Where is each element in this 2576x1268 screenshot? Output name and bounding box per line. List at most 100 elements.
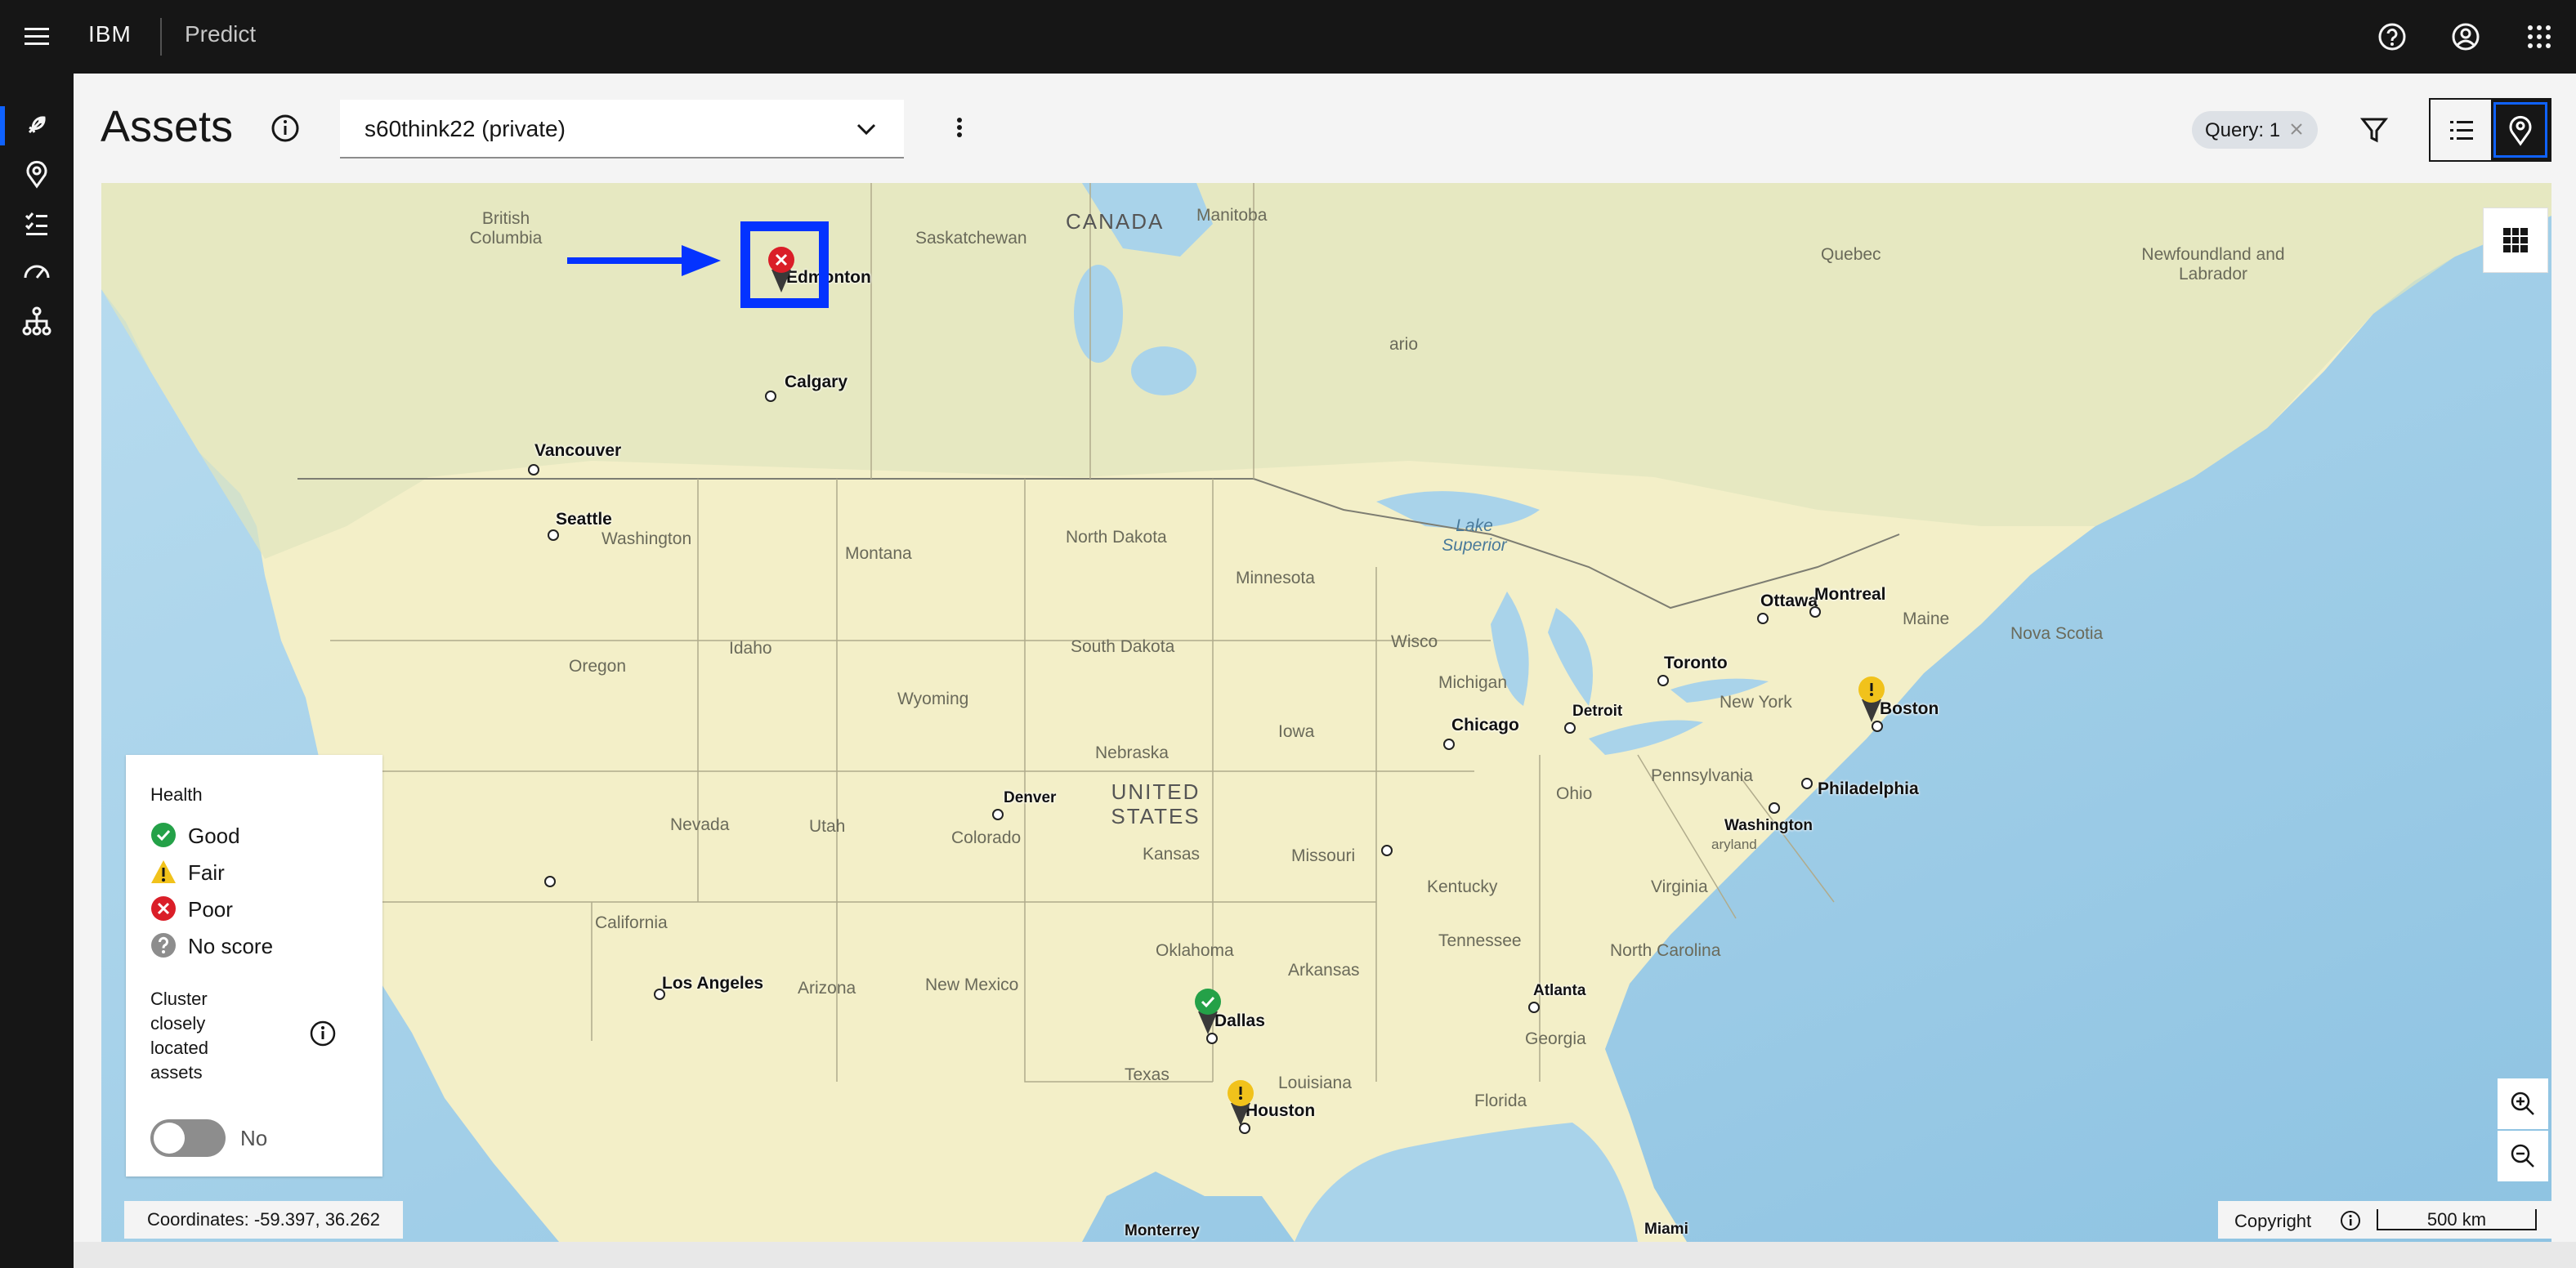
close-icon[interactable] <box>2288 121 2305 137</box>
location-icon[interactable] <box>20 157 54 191</box>
chevron-down-icon <box>856 123 876 136</box>
info-icon[interactable] <box>309 1020 337 1047</box>
bottom-scroll-area <box>74 1242 2576 1268</box>
region-label: Ohio <box>1556 784 1593 803</box>
region-label: South Dakota <box>1071 637 1175 656</box>
map-view-icon[interactable] <box>2491 100 2550 160</box>
fair-asset-pin[interactable] <box>1224 1078 1257 1127</box>
highlight-box <box>740 221 829 308</box>
city-label: Vancouver <box>534 441 622 460</box>
fair-asset-pin[interactable] <box>1855 675 1888 724</box>
region-label: Oklahoma <box>1156 941 1234 960</box>
region-label: Manitoba <box>1196 206 1268 225</box>
region-label: Nova Scotia <box>2010 624 2104 643</box>
top-header: IBM Predict <box>0 0 2576 74</box>
region-label: North Carolina <box>1610 941 1721 960</box>
legend-label: Poor <box>188 897 233 922</box>
city-label: Boston <box>1880 699 1939 718</box>
region-label: Arkansas <box>1288 961 1360 980</box>
region-label: Pennsylvania <box>1651 766 1753 785</box>
query-tag[interactable]: Query: 1 <box>2192 111 2318 149</box>
health-legend: Health Good Fair Poor No score Cluster c… <box>126 755 382 1176</box>
header-divider <box>160 18 162 56</box>
country-label: UNITED STATES <box>1111 779 1201 828</box>
info-icon[interactable] <box>268 111 302 145</box>
toggle-knob <box>154 1123 185 1154</box>
region-label: Quebec <box>1821 245 1881 264</box>
asset-group-dropdown[interactable]: s60think22 (private) <box>340 100 904 158</box>
rocket-icon[interactable] <box>20 108 54 142</box>
city-dot <box>1528 1002 1540 1013</box>
filter-icon[interactable] <box>2355 111 2393 149</box>
product-name: Predict <box>185 21 257 47</box>
city-label: Monterrey <box>1125 1222 1200 1239</box>
legend-label: Good <box>188 824 240 848</box>
dashboard-icon[interactable] <box>20 255 54 289</box>
hamburger-icon[interactable] <box>18 18 56 56</box>
page-title: Assets <box>101 102 234 151</box>
zoom-out-button[interactable] <box>2498 1131 2548 1181</box>
map-layers-button[interactable] <box>2483 208 2548 273</box>
zoom-in-button[interactable] <box>2498 1078 2548 1129</box>
region-label: Georgia <box>1525 1029 1586 1048</box>
city-label: Los Angeles <box>662 974 764 993</box>
list-view-icon[interactable] <box>2431 100 2491 160</box>
region-label: ario <box>1389 335 1419 354</box>
city-label: Calgary <box>785 373 848 391</box>
help-icon[interactable] <box>2373 18 2411 56</box>
city-label: Denver <box>1004 789 1057 806</box>
city-dot <box>528 464 539 476</box>
city-label: Detroit <box>1572 703 1623 720</box>
active-indicator <box>0 106 5 145</box>
cluster-label: Cluster closely located assets <box>150 989 208 1083</box>
region-label: Wyoming <box>897 690 969 708</box>
country-label: CANADA <box>1066 209 1165 234</box>
brand-name[interactable]: IBM <box>88 21 132 47</box>
city-dot <box>1769 802 1780 814</box>
region-label: Lake Superior <box>1442 516 1507 555</box>
region-label: Saskatchewan <box>915 229 1027 248</box>
region-label: Oregon <box>569 657 627 676</box>
help-filled-icon <box>151 933 176 958</box>
city-dot <box>1757 613 1769 624</box>
region-label: British Columbia <box>469 209 543 248</box>
city-dot <box>992 809 1004 820</box>
region-label: California <box>595 913 668 932</box>
region-label: Michigan <box>1438 673 1508 692</box>
asset-map[interactable]: CANADA UNITED STATES British Columbia Sa… <box>101 183 2551 1242</box>
region-label: Arizona <box>798 979 856 998</box>
city-dot <box>1564 722 1576 734</box>
city-dot <box>1443 739 1455 750</box>
zoom-in-icon <box>2511 1092 2534 1115</box>
query-tag-label: Query: 1 <box>2205 119 2281 141</box>
region-label: Kentucky <box>1427 877 1498 896</box>
city-label: Seattle <box>556 510 612 529</box>
map-attribution: Copyright 500 km <box>2218 1201 2551 1239</box>
side-nav-rail <box>0 74 74 1268</box>
city-dot <box>548 529 559 541</box>
checklist-icon[interactable] <box>20 206 54 240</box>
legend-label: No score <box>188 934 274 958</box>
region-label: Washington <box>602 529 692 548</box>
good-asset-pin[interactable] <box>1192 987 1224 1036</box>
user-avatar-icon[interactable] <box>2447 18 2484 56</box>
hierarchy-icon[interactable] <box>20 304 54 338</box>
region-label: Texas <box>1125 1065 1169 1084</box>
region-label: Missouri <box>1291 846 1356 865</box>
region-label: Wisco <box>1391 632 1438 651</box>
region-label: Newfoundland and Labrador <box>2141 245 2285 284</box>
region-label: Virginia <box>1651 877 1708 896</box>
scale-bar: 500 km <box>2377 1209 2537 1230</box>
city-dot <box>1657 675 1669 686</box>
city-dot <box>1809 606 1821 618</box>
copyright-label: Copyright <box>2234 1211 2312 1231</box>
info-icon[interactable] <box>2339 1209 2362 1232</box>
cluster-toggle[interactable] <box>150 1119 226 1157</box>
legend-heading: Health <box>150 784 203 805</box>
coordinates-readout: Coordinates: -59.397, 36.262 <box>124 1201 403 1239</box>
city-label: Atlanta <box>1533 982 1586 999</box>
arrow-icon <box>567 245 721 276</box>
app-switcher-icon[interactable] <box>2520 18 2558 56</box>
city-label: Washington <box>1724 817 1813 834</box>
overflow-menu-icon[interactable] <box>945 113 974 142</box>
